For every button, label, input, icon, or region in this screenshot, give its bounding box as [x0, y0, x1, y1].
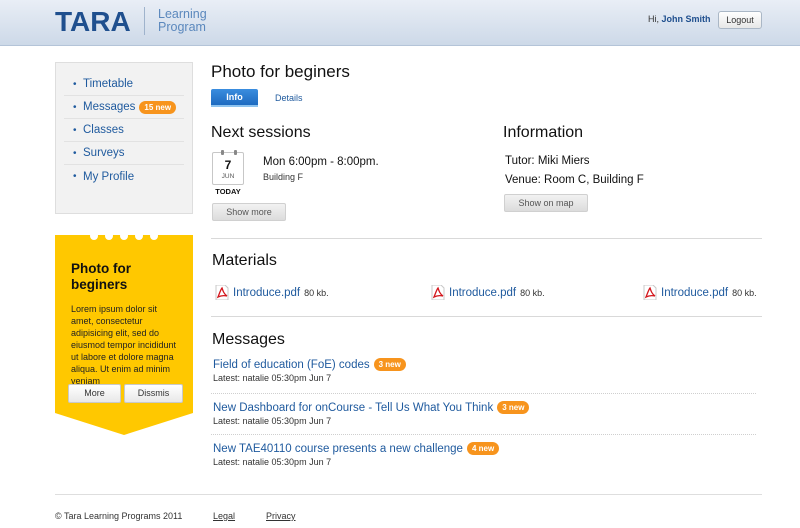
- sidebar-item-my-profile[interactable]: • My Profile: [64, 165, 184, 188]
- pdf-icon: [431, 285, 445, 300]
- material-file: Introduce.pdf 80 kb.: [431, 285, 545, 300]
- logo-subtitle-line2: Program: [158, 20, 206, 34]
- sidebar-item-label: Classes: [83, 124, 124, 136]
- pdf-icon: [643, 285, 657, 300]
- calendar-day: 7: [224, 158, 232, 172]
- greeting-text: Hi,: [648, 14, 659, 24]
- promo-dismiss-button[interactable]: Dissmis: [124, 384, 183, 403]
- material-file: Introduce.pdf 80 kb.: [215, 285, 329, 300]
- logo[interactable]: TARA: [55, 6, 131, 38]
- promo-title: Photo for beginers: [71, 261, 131, 292]
- logo-subtitle: Learning Program: [158, 8, 207, 34]
- sidebar-item-classes[interactable]: • Classes: [64, 119, 184, 142]
- sidebar-item-surveys[interactable]: • Surveys: [64, 142, 184, 165]
- pdf-icon: [215, 285, 229, 300]
- sidebar-item-label: Messages: [83, 101, 136, 113]
- message-title[interactable]: Field of education (FoE) codes: [213, 359, 370, 371]
- new-count-badge: 15 new: [139, 100, 177, 114]
- bullet-icon: •: [73, 147, 77, 159]
- calendar-month: JUN: [221, 173, 235, 180]
- page-title: Photo for beginers: [211, 62, 350, 81]
- user-greeting: Hi, John Smith: [648, 14, 711, 24]
- message-separator: [211, 434, 756, 435]
- tutor-line: Tutor: Miki Miers: [505, 155, 590, 167]
- message-title[interactable]: New TAE40110 course presents a new chall…: [213, 443, 463, 455]
- show-on-map-button[interactable]: Show on map: [504, 194, 588, 212]
- footer-privacy-link[interactable]: Privacy: [266, 511, 296, 521]
- promo-text: Lorem ipsum dolor sit amet, consectetur …: [71, 304, 177, 386]
- bullet-icon: •: [73, 101, 77, 113]
- message-meta: Latest: natalie 05:30pm Jun 7: [213, 416, 332, 426]
- sidebar-nav: • Timetable • Messages 15 new • Classes • Sur…: [55, 62, 193, 214]
- material-file-link[interactable]: Introduce.pdf: [233, 287, 300, 299]
- message-thread-link[interactable]: New Dashboard for onCourse - Tell Us Wha…: [213, 401, 530, 414]
- new-count-badge: 3 new: [373, 358, 406, 371]
- message-thread-link[interactable]: New TAE40110 course presents a new chall…: [213, 442, 500, 455]
- material-file: Introduce.pdf 80 kb.: [643, 285, 757, 300]
- material-file-size: 80 kb.: [304, 287, 329, 298]
- venue-line: Venue: Room C, Building F: [505, 174, 644, 186]
- message-title[interactable]: New Dashboard for onCourse - Tell Us Wha…: [213, 402, 493, 414]
- sidebar-item-label: Surveys: [83, 147, 125, 159]
- tab-info[interactable]: Info: [211, 89, 258, 106]
- calendar-icon: 7 JUN: [212, 150, 244, 185]
- today-label: TODAY: [215, 187, 241, 196]
- sidebar-item-messages[interactable]: • Messages 15 new: [64, 96, 184, 119]
- venue-label: Venue:: [505, 174, 541, 186]
- material-file-link[interactable]: Introduce.pdf: [661, 287, 728, 299]
- bullet-icon: •: [73, 78, 77, 90]
- calendar-rings-icon: [221, 150, 237, 155]
- new-count-badge: 3 new: [497, 401, 530, 414]
- logo-divider: [144, 7, 145, 35]
- sidebar-item-label: Timetable: [83, 78, 134, 90]
- new-count-badge: 4 new: [466, 442, 500, 455]
- material-file-size: 80 kb.: [732, 287, 757, 298]
- venue-value: Room C, Building F: [544, 174, 644, 186]
- material-file-size: 80 kb.: [520, 287, 545, 298]
- logout-button[interactable]: Logout: [718, 11, 762, 29]
- tutor-name: Miki Miers: [537, 155, 590, 167]
- message-meta: Latest: natalie 05:30pm Jun 7: [213, 457, 332, 467]
- tab-details[interactable]: Details: [275, 93, 303, 103]
- session-time: Mon 6:00pm - 8:00pm.: [263, 156, 379, 168]
- bullet-icon: •: [73, 171, 77, 182]
- footer-divider: [55, 494, 762, 495]
- section-divider: [211, 238, 762, 239]
- materials-heading: Materials: [212, 252, 277, 269]
- next-sessions-heading: Next sessions: [211, 124, 311, 141]
- message-separator: [211, 393, 756, 394]
- footer-legal-link[interactable]: Legal: [213, 511, 235, 521]
- promo-more-button[interactable]: More: [68, 384, 121, 403]
- footer-copyright: © Tara Learning Programs 2011: [55, 511, 183, 521]
- tab-underline: [211, 105, 258, 107]
- bullet-icon: •: [73, 124, 77, 136]
- user-name[interactable]: John Smith: [662, 14, 711, 24]
- session-location: Building F: [263, 172, 304, 182]
- sidebar-item-timetable[interactable]: • Timetable: [64, 73, 184, 96]
- section-divider: [211, 316, 762, 317]
- top-header: TARA Learning Program Hi, John Smith Log…: [0, 0, 800, 46]
- information-heading: Information: [503, 124, 584, 141]
- message-thread-link[interactable]: Field of education (FoE) codes 3 new: [213, 358, 406, 371]
- messages-heading: Messages: [212, 331, 285, 348]
- show-more-button[interactable]: Show more: [212, 203, 286, 221]
- sidebar-item-label: My Profile: [83, 170, 135, 183]
- tutor-label: Tutor:: [505, 155, 535, 167]
- material-file-link[interactable]: Introduce.pdf: [449, 287, 516, 299]
- message-meta: Latest: natalie 05:30pm Jun 7: [213, 373, 332, 383]
- promo-card: Photo for beginers Lorem ipsum dolor sit…: [55, 235, 193, 435]
